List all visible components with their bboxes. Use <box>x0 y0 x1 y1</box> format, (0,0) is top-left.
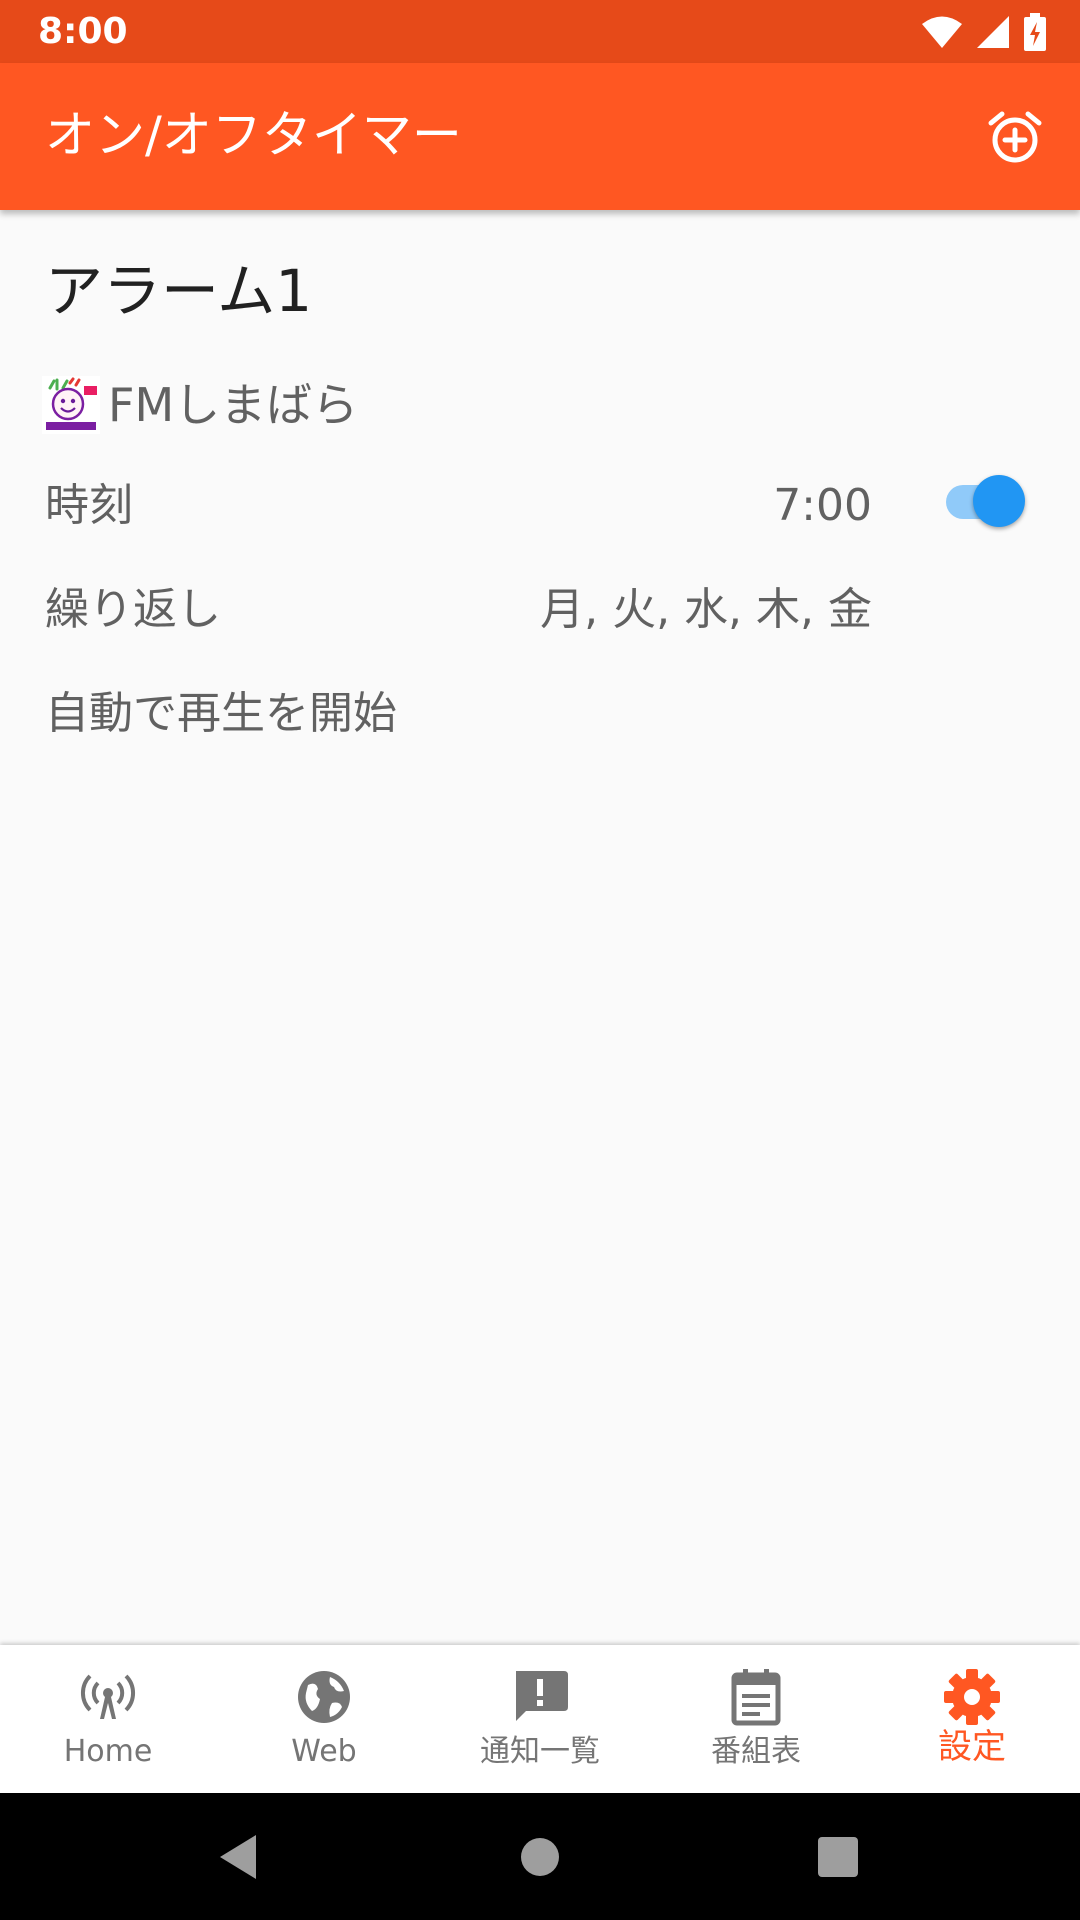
app-bar: オン/オフタイマー <box>0 63 1080 210</box>
system-navigation-bar <box>0 1793 1080 1920</box>
nav-item-home[interactable]: Home <box>0 1645 216 1793</box>
nav-label-settings: 設定 <box>938 1727 1006 1767</box>
alarm-title: アラーム1 <box>45 257 313 325</box>
bottom-navigation: Home Web 通知一覧 番組表 設定 <box>0 1645 1080 1793</box>
add-alarm-button[interactable] <box>980 102 1050 172</box>
alarm-detail: アラーム1 FMしまばら 時刻 7:00 繰り返し 月, 火, 水, 木, 金 … <box>0 210 1080 1645</box>
cellular-signal-icon <box>977 16 1009 48</box>
nav-item-web[interactable]: Web <box>216 1645 432 1793</box>
page-title: オン/オフタイマー <box>45 106 462 164</box>
back-icon[interactable] <box>210 1827 270 1887</box>
globe-icon <box>298 1671 350 1723</box>
alarm-enabled-toggle[interactable] <box>946 473 1028 529</box>
radio-tower-icon <box>80 1674 136 1719</box>
gear-icon <box>944 1669 1000 1725</box>
status-time: 8:00 <box>38 11 128 52</box>
time-label: 時刻 <box>45 480 133 531</box>
notification-alert-icon <box>516 1671 568 1721</box>
nav-label-program-guide: 番組表 <box>711 1734 801 1769</box>
nav-label-notifications: 通知一覧 <box>480 1734 600 1769</box>
autoplay-label[interactable]: 自動で再生を開始 <box>45 684 397 744</box>
recents-square-icon[interactable] <box>808 1827 868 1887</box>
nav-item-notifications[interactable]: 通知一覧 <box>432 1645 648 1793</box>
status-bar: 8:00 <box>0 0 1080 63</box>
station-row[interactable]: FMしまばら <box>42 372 358 438</box>
nav-item-program-guide[interactable]: 番組表 <box>648 1645 864 1793</box>
repeat-label: 繰り返し <box>45 584 221 635</box>
station-logo-icon <box>42 376 100 434</box>
toggle-thumb <box>973 475 1025 527</box>
repeat-value[interactable]: 月, 火, 水, 木, 金 <box>540 580 872 640</box>
wifi-icon <box>922 16 962 48</box>
calendar-icon <box>731 1669 781 1726</box>
status-icons <box>922 12 1046 52</box>
alarm-add-icon <box>988 111 1042 163</box>
battery-charging-icon <box>1024 13 1046 51</box>
home-circle-icon[interactable] <box>510 1827 570 1887</box>
station-name: FMしまばら <box>108 378 359 432</box>
time-value[interactable]: 7:00 <box>773 476 872 536</box>
nav-label-web: Web <box>291 1734 357 1769</box>
nav-label-home: Home <box>63 1734 153 1769</box>
nav-item-settings[interactable]: 設定 <box>864 1645 1080 1793</box>
